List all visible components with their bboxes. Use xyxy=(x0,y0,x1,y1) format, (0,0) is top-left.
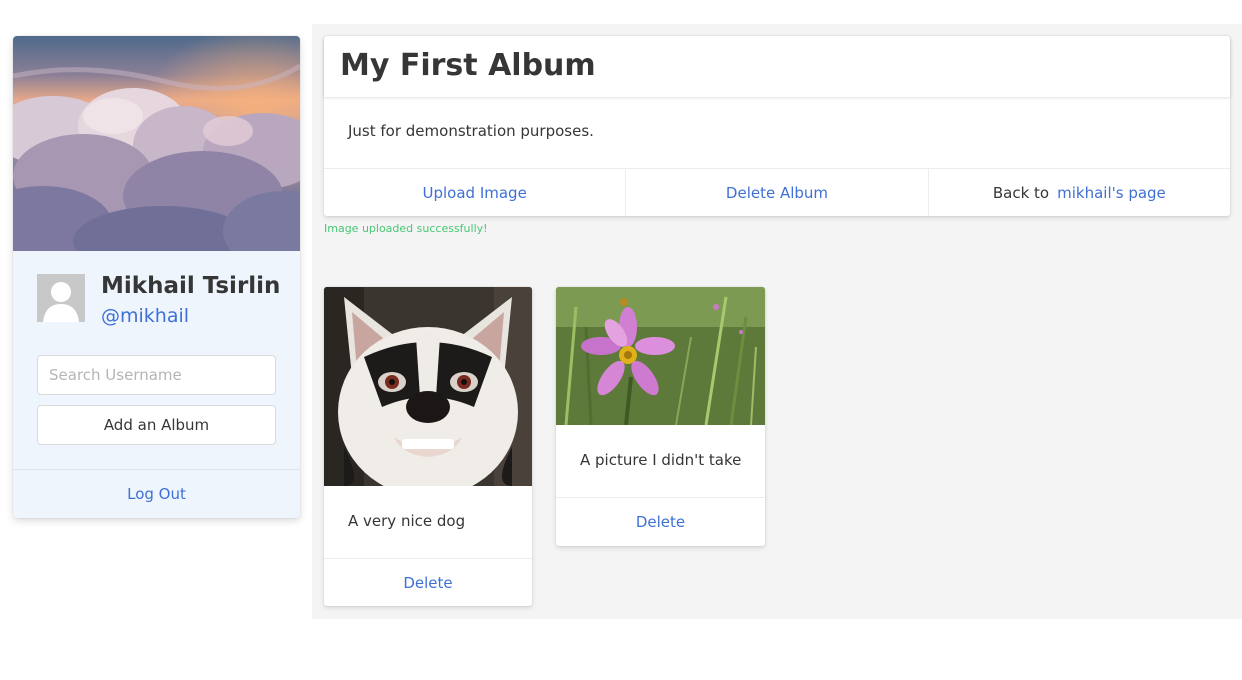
back-to-user-cell: Back to mikhail's page xyxy=(927,169,1230,216)
profile-footer: Log Out xyxy=(13,469,300,518)
album-title: My First Album xyxy=(340,48,596,83)
album-header: My First Album xyxy=(324,36,1230,97)
profile-cover-image xyxy=(13,36,300,251)
logout-link[interactable]: Log Out xyxy=(127,485,186,503)
main-content: My First Album Just for demonstration pu… xyxy=(312,24,1242,619)
image-caption: A very nice dog xyxy=(348,512,466,530)
avatar xyxy=(37,274,85,322)
delete-album-link[interactable]: Delete Album xyxy=(726,184,828,202)
profile-name: Mikhail Tsirlin xyxy=(101,273,281,299)
upload-image-link[interactable]: Upload Image xyxy=(423,184,527,202)
image-caption: A picture I didn't take xyxy=(580,451,742,469)
image-card-footer: Delete xyxy=(324,558,532,606)
profile-handle[interactable]: @mikhail xyxy=(101,305,189,327)
album-card: My First Album Just for demonstration pu… xyxy=(324,36,1230,216)
add-album-button[interactable]: Add an Album xyxy=(37,405,276,445)
image-card: A picture I didn't take Delete xyxy=(556,287,765,546)
image-card: A very nice dog Delete xyxy=(324,287,532,606)
user-page-link[interactable]: mikhail's page xyxy=(1057,184,1166,202)
image-card-footer: Delete xyxy=(556,497,765,545)
delete-image-button[interactable]: Delete xyxy=(636,513,685,531)
delete-image-button[interactable]: Delete xyxy=(403,574,452,592)
upload-success-message: Image uploaded successfully! xyxy=(324,222,488,235)
profile-card: Mikhail Tsirlin @mikhail Add an Album Lo… xyxy=(13,36,300,518)
search-username-input[interactable] xyxy=(37,355,276,395)
profile-header: Mikhail Tsirlin @mikhail xyxy=(37,273,281,330)
flower-image[interactable] xyxy=(556,287,765,425)
upload-image-cell: Upload Image xyxy=(324,169,625,216)
album-description: Just for demonstration purposes. xyxy=(348,122,594,140)
avatar-placeholder-icon xyxy=(37,274,85,322)
album-actions: Upload Image Delete Album Back to mikhai… xyxy=(324,168,1230,216)
delete-album-cell: Delete Album xyxy=(625,169,927,216)
dog-image[interactable] xyxy=(324,287,532,486)
back-to-label: Back to xyxy=(992,183,1050,202)
